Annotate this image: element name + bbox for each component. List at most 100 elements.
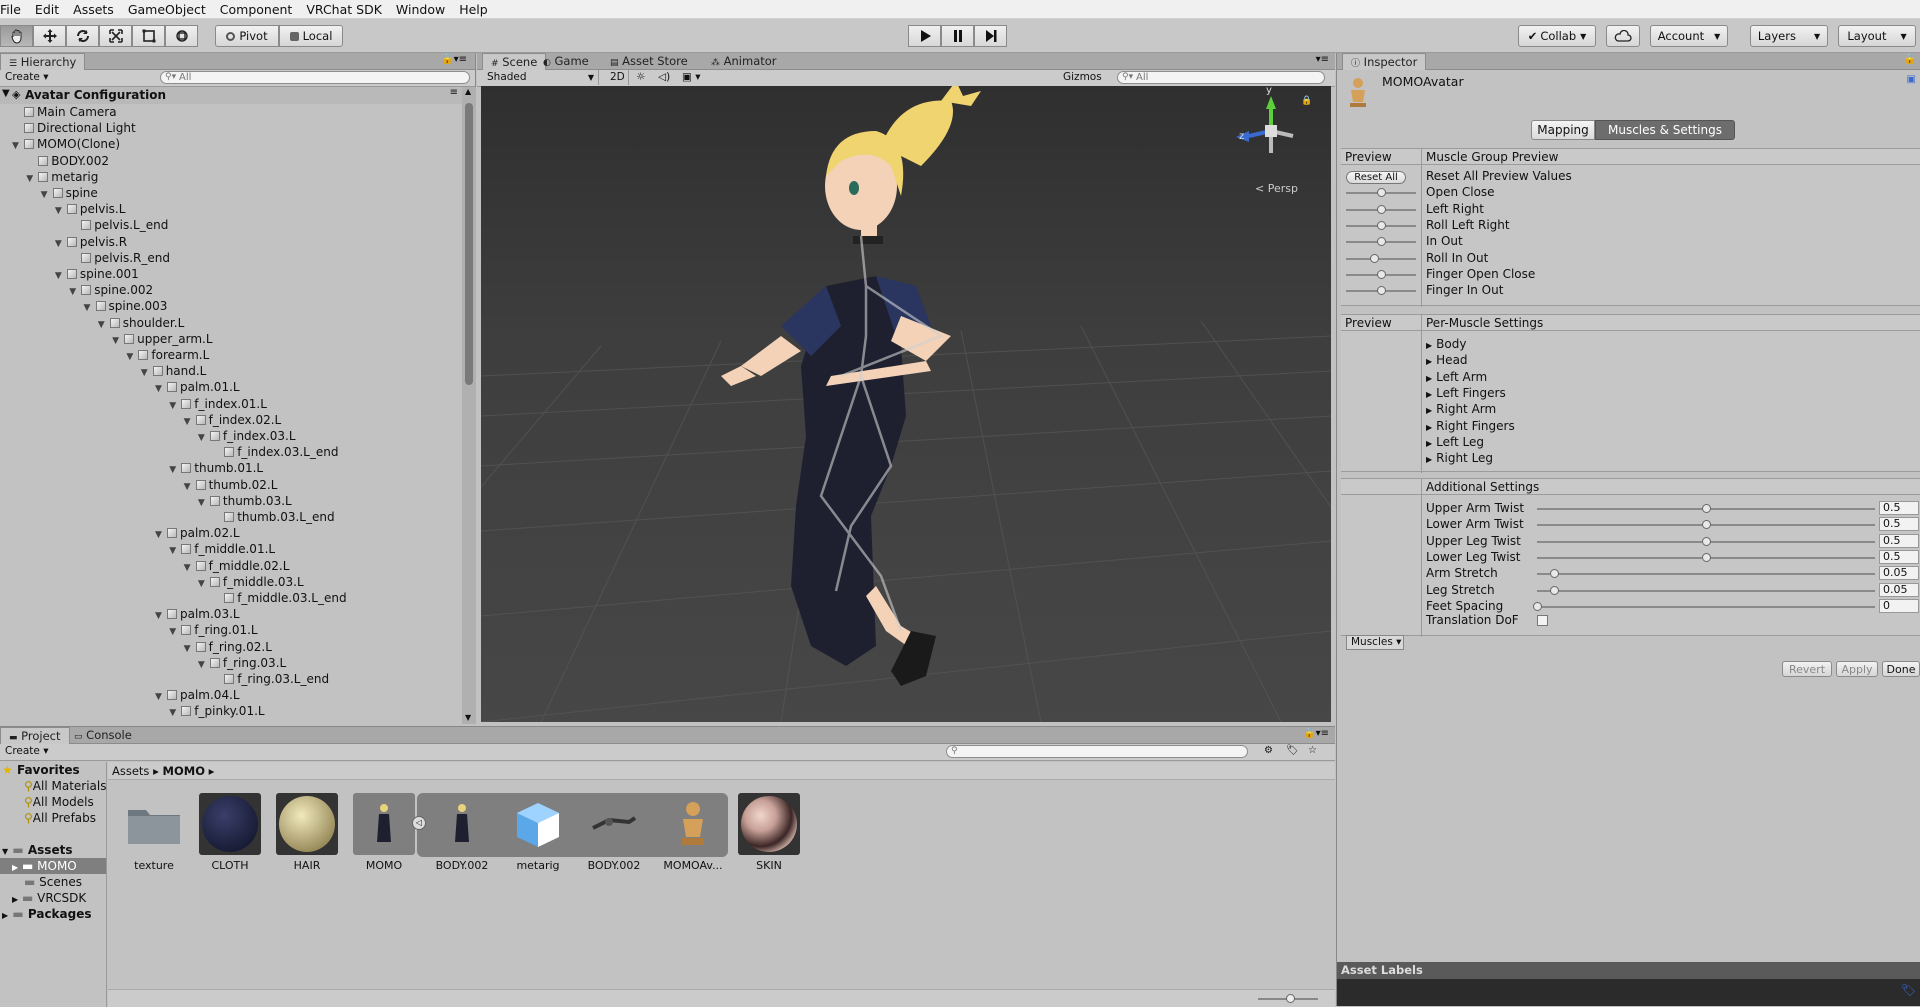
menu-gameobject[interactable]: GameObject: [121, 0, 213, 19]
setting-slider[interactable]: [1533, 601, 1875, 611]
per-muscle-foldout[interactable]: ▶ Left Leg: [1426, 434, 1484, 450]
hierarchy-row[interactable]: ▼ pelvis.L: [55, 201, 126, 217]
panel-menu-icon[interactable]: ▾≡: [1316, 54, 1329, 65]
translation-dof-checkbox[interactable]: [1537, 615, 1548, 626]
hierarchy-row[interactable]: Main Camera: [12, 104, 117, 120]
asset-cloth[interactable]: CLOTH: [198, 793, 262, 872]
setting-value-field[interactable]: 0.05: [1879, 582, 1919, 597]
asset-hair[interactable]: HAIR: [275, 793, 339, 872]
per-muscle-foldout[interactable]: ▶ Right Leg: [1426, 450, 1493, 466]
hierarchy-row[interactable]: ▼ spine.002: [69, 282, 153, 298]
per-muscle-foldout[interactable]: ▶ Right Fingers: [1426, 418, 1515, 434]
setting-slider[interactable]: [1537, 504, 1875, 513]
hierarchy-row[interactable]: ▼ f_middle.03.L: [198, 574, 304, 590]
hierarchy-row[interactable]: ▼ f_index.03.L: [198, 428, 296, 444]
setting-value-field[interactable]: 0: [1879, 598, 1919, 613]
expand-arrow-icon[interactable]: ▼: [155, 608, 167, 624]
asset-texture-folder[interactable]: texture: [122, 793, 186, 872]
hierarchy-row[interactable]: ▼ spine: [41, 185, 98, 201]
scroll-up-icon[interactable]: ▲: [465, 87, 471, 96]
hierarchy-row[interactable]: ▼ f_index.01.L: [169, 396, 267, 412]
tab-game[interactable]: ◐ Game: [535, 53, 597, 70]
folder-scenes[interactable]: ▬ Scenes: [24, 874, 82, 890]
lighting-toggle[interactable]: ☼: [633, 70, 653, 85]
scroll-thumb[interactable]: [465, 103, 473, 385]
favorite-star-icon[interactable]: ☆: [1308, 745, 1317, 756]
done-button[interactable]: Done: [1882, 661, 1920, 677]
account-dropdown[interactable]: Account ▼: [1650, 25, 1728, 47]
setting-slider[interactable]: [1537, 536, 1875, 546]
tab-inspector[interactable]: ⓘ Inspector: [1342, 53, 1427, 70]
hierarchy-row[interactable]: ▼ spine.001: [55, 266, 139, 282]
hierarchy-row[interactable]: ▼ f_middle.01.L: [169, 541, 275, 557]
slider-handle[interactable]: [1702, 536, 1711, 546]
expand-arrow-icon[interactable]: ▼: [169, 705, 181, 721]
hierarchy-row[interactable]: f_ring.03.L_end: [212, 671, 329, 687]
folder-vrcsdk[interactable]: ▶ ▬ VRCSDK: [12, 890, 86, 906]
setting-slider[interactable]: [1537, 520, 1875, 530]
orientation-gizmo[interactable]: [1236, 96, 1294, 153]
menu-edit[interactable]: Edit: [28, 0, 66, 19]
menu-help[interactable]: Help: [452, 0, 495, 19]
hierarchy-row[interactable]: ▼ spine.003: [84, 298, 168, 314]
fav-all-prefabs[interactable]: ⚲All Prefabs: [24, 810, 96, 826]
tab-asset-store[interactable]: ▤ Asset Store: [602, 53, 696, 70]
per-muscle-foldout[interactable]: ▶ Body: [1426, 336, 1466, 352]
asset-labels-bar[interactable]: Asset Labels: [1337, 962, 1920, 979]
hierarchy-row[interactable]: ▼ palm.04.L: [155, 687, 240, 703]
pivot-toggle[interactable]: Pivot: [215, 25, 279, 47]
setting-slider[interactable]: [1537, 552, 1875, 562]
hierarchy-row[interactable]: f_index.03.L_end: [212, 444, 338, 460]
create-dropdown[interactable]: Create ▾: [2, 744, 49, 759]
rotate-tool-button[interactable]: [66, 25, 99, 47]
hierarchy-row[interactable]: ▼ f_ring.01.L: [169, 622, 257, 638]
hierarchy-row[interactable]: ▼ forearm.L: [126, 347, 209, 363]
move-tool-button[interactable]: [33, 25, 66, 47]
tag-icon[interactable]: 🏷: [1901, 983, 1916, 997]
avatar-model[interactable]: [721, 86, 981, 686]
expand-arrow-icon[interactable]: ▼: [169, 398, 181, 414]
play-button[interactable]: [908, 25, 941, 47]
hierarchy-row[interactable]: ▼ palm.01.L: [155, 379, 240, 395]
tab-animator[interactable]: ⁂ Animator: [703, 53, 785, 70]
rect-tool-button[interactable]: [132, 25, 165, 47]
expand-arrow-icon[interactable]: ▼: [198, 430, 210, 446]
lock-icon[interactable]: 🔒: [1301, 96, 1312, 106]
hierarchy-row[interactable]: ▼ shoulder.L: [98, 315, 184, 331]
expand-arrow-icon[interactable]: ▼: [55, 203, 67, 219]
slider-handle[interactable]: [1377, 188, 1386, 198]
hierarchy-row[interactable]: ▼ hand.L: [141, 363, 207, 379]
muscle-preview-slider[interactable]: [1346, 204, 1416, 214]
hierarchy-row[interactable]: f_middle.03.L_end: [212, 590, 347, 606]
expand-arrow-icon[interactable]: ▼: [2, 88, 10, 99]
slider-handle[interactable]: [1377, 220, 1386, 230]
apply-button[interactable]: Apply: [1836, 661, 1878, 677]
asset-metarig[interactable]: metarig: [506, 793, 570, 872]
hierarchy-row[interactable]: ▼ MOMO(Clone): [12, 136, 120, 152]
expand-arrow-icon[interactable]: ▼: [41, 187, 53, 203]
expand-arrow-icon[interactable]: ▼: [184, 560, 196, 576]
hierarchy-row[interactable]: ▼ thumb.02.L: [184, 477, 278, 493]
pause-button[interactable]: [941, 25, 974, 47]
panel-menu-icon[interactable]: 🔒▾≡: [441, 54, 467, 65]
expand-arrow-icon[interactable]: ▼: [55, 268, 67, 284]
hierarchy-row[interactable]: ▼ palm.03.L: [155, 606, 240, 622]
expand-arrow-icon[interactable]: ▼: [141, 365, 153, 381]
per-muscle-foldout[interactable]: ▶ Right Arm: [1426, 401, 1496, 417]
layout-dropdown[interactable]: Layout ▼: [1838, 25, 1916, 47]
expand-arrow-icon[interactable]: ▼: [198, 495, 210, 511]
per-muscle-foldout[interactable]: ▶ Left Fingers: [1426, 385, 1506, 401]
expand-arrow-icon[interactable]: ▼: [184, 641, 196, 657]
menu-vrchat-sdk[interactable]: VRChat SDK: [299, 0, 389, 19]
expand-arrow-icon[interactable]: ▼: [198, 657, 210, 673]
slider-handle[interactable]: [1549, 585, 1559, 595]
hierarchy-row[interactable]: ▼ f_middle.02.L: [184, 558, 290, 574]
hierarchy-row[interactable]: ▼ pelvis.R: [55, 234, 127, 250]
filter-type-icon[interactable]: ⚙: [1264, 745, 1273, 756]
scene-viewport[interactable]: y z 🔒 < Persp: [481, 86, 1331, 722]
muscle-preview-slider[interactable]: [1346, 188, 1416, 198]
expand-arrow-icon[interactable]: ▼: [126, 349, 138, 365]
expand-arrow-icon[interactable]: ▼: [169, 543, 181, 559]
filter-label-icon[interactable]: 🏷: [1286, 745, 1299, 756]
per-muscle-foldout[interactable]: ▶ Head: [1426, 352, 1468, 368]
